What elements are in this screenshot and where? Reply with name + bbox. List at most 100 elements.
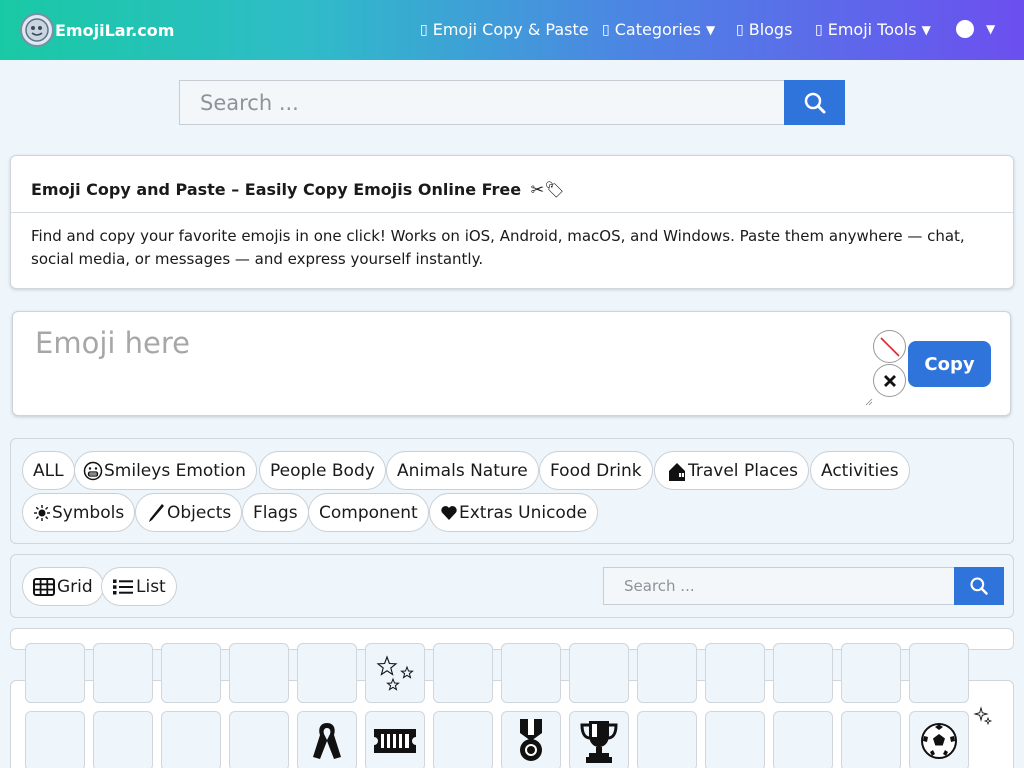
- intro-description: Find and copy your favorite emojis in on…: [31, 227, 965, 268]
- emoji-cell[interactable]: [161, 643, 221, 703]
- category-filter-panel: ALL Smileys Emotion People Body Animals …: [10, 438, 1014, 544]
- emoji-cell[interactable]: [25, 643, 85, 703]
- category-food-drink[interactable]: Food Drink: [539, 451, 653, 490]
- emoji-cell[interactable]: [93, 643, 153, 703]
- emoji-cell[interactable]: [365, 643, 425, 703]
- page-title-text: Emoji Copy and Paste – Easily Copy Emoji…: [31, 180, 522, 199]
- emoji-input-card: Copy: [12, 311, 1011, 416]
- brand-link[interactable]: EmojiLar.com: [20, 13, 174, 47]
- nav-label: Blogs: [748, 20, 793, 39]
- sun-icon: [33, 504, 51, 522]
- top-search-bar: [179, 80, 845, 125]
- category-symbols[interactable]: Symbols: [22, 493, 136, 532]
- nav-label: Emoji Tools: [827, 20, 917, 39]
- category-label: Extras Unicode: [459, 502, 588, 523]
- delete-button[interactable]: [873, 364, 906, 397]
- copy-button[interactable]: Copy: [908, 341, 991, 387]
- emoji-cell[interactable]: [637, 711, 697, 768]
- emoji-search-input[interactable]: [603, 567, 954, 605]
- category-label: Animals Nature: [397, 460, 528, 481]
- top-navbar: EmojiLar.com ▯ Emoji Copy & Paste ▯ Cate…: [0, 0, 1024, 60]
- brand-name: EmojiLar.com: [55, 20, 175, 40]
- top-search-button[interactable]: [784, 80, 845, 125]
- emoji-cell[interactable]: [773, 711, 833, 768]
- emoji-textarea[interactable]: [25, 322, 873, 404]
- emoji-cell[interactable]: [433, 643, 493, 703]
- category-flags[interactable]: Flags: [242, 493, 309, 532]
- search-icon: [970, 577, 988, 595]
- category-all[interactable]: ALL: [22, 451, 75, 490]
- clear-button[interactable]: [873, 330, 906, 363]
- grid-view-button[interactable]: Grid: [22, 567, 104, 606]
- tofu-icon: ▯: [420, 21, 428, 38]
- category-component[interactable]: Component: [308, 493, 429, 532]
- emoji-cell[interactable]: [569, 643, 629, 703]
- prohibited-icon: [879, 336, 900, 357]
- emoji-cell[interactable]: [637, 643, 697, 703]
- emoji-cell[interactable]: [93, 711, 153, 768]
- emoji-cell[interactable]: [773, 643, 833, 703]
- category-label: Symbols: [52, 502, 125, 523]
- logo-icon: [20, 13, 54, 47]
- emoji-cell[interactable]: [297, 643, 357, 703]
- category-objects[interactable]: Objects: [135, 493, 243, 532]
- nav-blogs[interactable]: ▯ Blogs: [736, 20, 792, 39]
- emoji-cell[interactable]: [229, 643, 289, 703]
- trophy-icon: [580, 721, 618, 763]
- emoji-cell[interactable]: [569, 711, 629, 768]
- grin-icon: [83, 461, 103, 481]
- emoji-cell[interactable]: [841, 711, 901, 768]
- nav-emoji-copy-paste[interactable]: ▯ Emoji Copy & Paste: [420, 20, 589, 39]
- grid-icon: [33, 577, 55, 596]
- category-travel-places[interactable]: Travel Places: [654, 451, 809, 490]
- emoji-cell[interactable]: [433, 711, 493, 768]
- category-label: Food Drink: [550, 460, 642, 481]
- emoji-cell[interactable]: [161, 711, 221, 768]
- list-view-button[interactable]: List: [101, 567, 177, 606]
- emoji-cell[interactable]: [229, 711, 289, 768]
- search-icon: [804, 92, 825, 113]
- emoji-cell[interactable]: [365, 711, 425, 768]
- list-icon: [113, 579, 133, 594]
- nav-emoji-tools[interactable]: ▯ Emoji Tools ▼: [815, 20, 931, 39]
- emoji-cell[interactable]: [705, 643, 765, 703]
- category-label: Component: [319, 502, 418, 523]
- emoji-cell[interactable]: [841, 643, 901, 703]
- category-label: Activities: [821, 460, 899, 481]
- top-search-input[interactable]: [179, 80, 784, 125]
- nav-categories[interactable]: ▯ Categories ▼: [602, 20, 715, 39]
- tofu-icon: ▯: [602, 21, 610, 38]
- chevron-down-icon: ▼: [705, 22, 716, 37]
- chevron-down-icon: ▼: [921, 22, 931, 37]
- emoji-cell[interactable]: [25, 711, 85, 768]
- pen-icon: [146, 502, 166, 524]
- category-people-body[interactable]: People Body: [259, 451, 386, 490]
- theme-toggle[interactable]: ▼: [956, 20, 995, 38]
- tofu-icon: ▯: [736, 21, 744, 38]
- category-activities[interactable]: Activities: [810, 451, 910, 490]
- category-animals-nature[interactable]: Animals Nature: [386, 451, 539, 490]
- close-icon: [883, 374, 896, 387]
- category-label: People Body: [270, 460, 375, 481]
- resize-handle-icon[interactable]: [865, 398, 873, 406]
- ticket-icon: [374, 729, 416, 753]
- emoji-cell[interactable]: [297, 711, 357, 768]
- emoji-search-button[interactable]: [954, 567, 1004, 605]
- category-label: Smileys Emotion: [104, 460, 246, 481]
- emoji-cell[interactable]: [909, 643, 969, 703]
- list-label: List: [136, 576, 166, 597]
- emoji-cell[interactable]: [501, 643, 561, 703]
- category-extras-unicode[interactable]: Extras Unicode: [429, 493, 599, 532]
- emoji-search-bar: [603, 567, 1004, 605]
- emoji-cell[interactable]: [705, 711, 765, 768]
- page-title: Emoji Copy and Paste – Easily Copy Emoji…: [31, 180, 564, 199]
- sparkles-icon: [973, 706, 993, 726]
- chevron-down-icon: ▼: [986, 22, 996, 36]
- category-smileys-emotion[interactable]: Smileys Emotion: [74, 451, 257, 490]
- scissors-tag-icon: ✂🏷: [530, 180, 565, 199]
- tofu-icon: ▯: [815, 21, 823, 38]
- category-label: Travel Places: [688, 460, 798, 481]
- emoji-cell[interactable]: [501, 711, 561, 768]
- medal-icon: [520, 719, 542, 761]
- emoji-cell[interactable]: [909, 711, 969, 768]
